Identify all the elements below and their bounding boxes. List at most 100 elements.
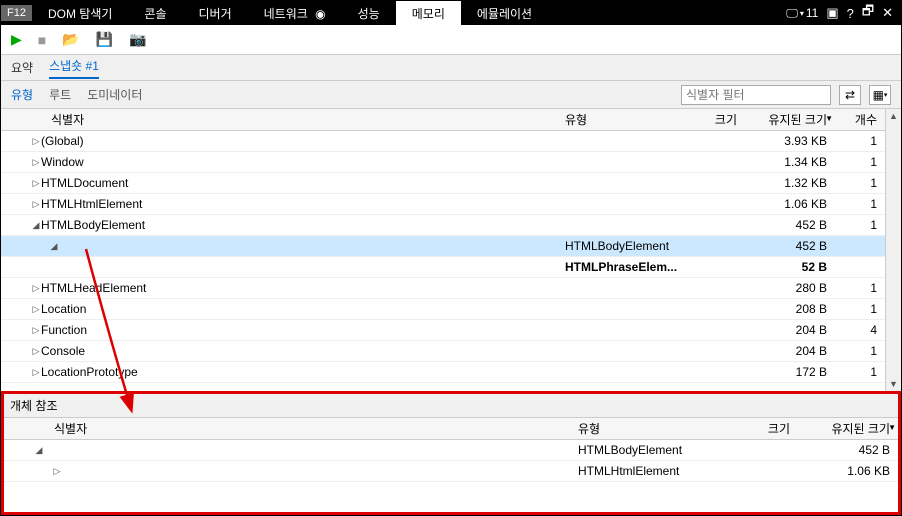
col-size[interactable]: 크기: [685, 111, 745, 128]
row-retained: 1.34 KB: [745, 155, 835, 169]
col-type[interactable]: 유형: [565, 111, 685, 128]
row-retained: 280 B: [745, 281, 835, 295]
row-type: HTMLBodyElement: [578, 443, 718, 457]
view-right-controls: ⇄ ▦▾: [681, 85, 891, 105]
row-retained: 1.06 KB: [798, 464, 898, 478]
expand-icon[interactable]: ▷: [31, 367, 41, 378]
tab-dom-explorer[interactable]: DOM 탐색기: [32, 1, 128, 26]
table-row[interactable]: ▷ HTMLHeadElement 280 B1: [1, 278, 885, 299]
tab-snapshot-1[interactable]: 스냅숏 #1: [49, 57, 99, 79]
ref-col-retained[interactable]: 유지된 크기▼: [798, 420, 898, 437]
expand-icon[interactable]: ▷: [52, 466, 62, 477]
table-row[interactable]: ▷ HTMLHtmlElement 1.06 KB: [4, 461, 898, 482]
devtools-tab-bar: F12 DOM 탐색기 콘솔 디버거 네트워크 ◉ 성능 메모리 에뮬레이션 🖵…: [1, 1, 901, 25]
errors-indicator[interactable]: 🖵▾ 11: [786, 6, 818, 21]
import-icon[interactable]: 📂: [62, 31, 79, 48]
close-button[interactable]: ✕: [882, 5, 893, 21]
expand-icon[interactable]: ▷: [31, 346, 41, 357]
col-retained-size[interactable]: 유지된 크기▼: [745, 111, 835, 128]
grid-header-row: 식별자 유형 크기 유지된 크기▼ 개수: [1, 109, 885, 131]
vertical-scrollbar[interactable]: ▲ ▼: [885, 109, 901, 391]
ref-header-row: 식별자 유형 크기 유지된 크기▼: [4, 418, 898, 440]
row-identifier: Console: [41, 344, 85, 358]
chevron-down-icon: ▾: [800, 9, 804, 18]
table-row[interactable]: ▷ HTMLDocument 1.32 KB1: [1, 173, 885, 194]
expand-icon[interactable]: ▷: [31, 157, 41, 168]
row-type: HTMLHtmlElement: [578, 464, 718, 478]
row-count: 1: [835, 134, 885, 148]
table-row[interactable]: ▷ Console204 B1: [1, 341, 885, 362]
expand-icon[interactable]: ◢: [49, 241, 59, 252]
row-count: 1: [835, 155, 885, 169]
tab-debugger[interactable]: 디버거: [183, 1, 248, 26]
row-identifier: HTMLDocument: [41, 176, 128, 190]
row-retained: 1.32 KB: [745, 176, 835, 190]
row-retained: 1.06 KB: [745, 197, 835, 211]
ref-pane-title: 개체 참조: [4, 394, 898, 418]
main-area: 식별자 유형 크기 유지된 크기▼ 개수 ▷ (Global)3.93 KB1▷…: [1, 109, 901, 391]
tab-emulation[interactable]: 에뮬레이션: [461, 1, 548, 26]
screenshot-icon[interactable]: 📷: [129, 31, 146, 48]
error-count: 11: [806, 6, 818, 20]
row-retained: 204 B: [745, 344, 835, 358]
expand-icon[interactable]: ▷: [31, 283, 41, 294]
view-dominator[interactable]: 도미네이터: [87, 86, 142, 103]
expand-icon[interactable]: ◢: [31, 220, 41, 231]
view-type[interactable]: 유형: [11, 86, 33, 103]
expand-icon[interactable]: ◢: [34, 445, 44, 456]
row-count: 1: [835, 218, 885, 232]
table-row[interactable]: ◢ HTMLBodyElement452 B1: [1, 215, 885, 236]
table-row[interactable]: ▷ LocationPrototype172 B1: [1, 362, 885, 383]
objects-grid: 식별자 유형 크기 유지된 크기▼ 개수 ▷ (Global)3.93 KB1▷…: [1, 109, 885, 391]
scroll-down-icon[interactable]: ▼: [886, 379, 901, 389]
row-identifier: HTMLHeadElement: [41, 281, 146, 295]
row-retained: 452 B: [745, 239, 835, 253]
row-count: 1: [835, 302, 885, 316]
sort-desc-icon: ▼: [825, 114, 833, 123]
expand-icon[interactable]: ▷: [31, 136, 41, 147]
tab-network[interactable]: 네트워크 ◉: [248, 1, 342, 26]
undock-icon[interactable]: 🗗: [862, 2, 874, 24]
table-row[interactable]: ▷ (Global)3.93 KB1: [1, 131, 885, 152]
tab-performance[interactable]: 성능: [342, 1, 396, 26]
start-profiling-icon[interactable]: ▶: [11, 31, 22, 48]
view-mode-bar: 유형 루트 도미네이터 ⇄ ▦▾: [1, 81, 901, 109]
expand-icon[interactable]: ▷: [31, 304, 41, 315]
ref-col-type[interactable]: 유형: [578, 420, 718, 437]
table-row[interactable]: ▷ Location208 B1: [1, 299, 885, 320]
row-count: 1: [835, 176, 885, 190]
expand-icon[interactable]: ▷: [31, 199, 41, 210]
identifier-filter-input[interactable]: [681, 85, 831, 105]
ref-col-size[interactable]: 크기: [718, 420, 798, 437]
tab-console[interactable]: 콘솔: [128, 1, 182, 26]
expand-icon[interactable]: ▷: [31, 178, 41, 189]
console-toggle-icon[interactable]: ▣: [826, 5, 838, 21]
row-identifier: Function: [41, 323, 87, 337]
col-count[interactable]: 개수: [835, 111, 885, 128]
row-count: 1: [835, 281, 885, 295]
grid-view-icon[interactable]: ▦▾: [869, 85, 891, 105]
table-row[interactable]: ▷ Window1.34 KB1: [1, 152, 885, 173]
stop-profiling-icon[interactable]: ■: [38, 32, 46, 48]
table-row[interactable]: ◢ HTMLBodyElement452 B: [4, 440, 898, 461]
save-icon[interactable]: 💾: [96, 31, 113, 48]
table-row[interactable]: ▷ HTMLHtmlElement1.06 KB1: [1, 194, 885, 215]
table-row[interactable]: HTMLPhraseElem... 52 B: [1, 257, 885, 278]
help-button[interactable]: ?: [847, 6, 854, 21]
col-identifier[interactable]: 식별자: [1, 111, 565, 128]
table-row[interactable]: ▷ Function204 B4: [1, 320, 885, 341]
ref-col-identifier[interactable]: 식별자: [4, 420, 578, 437]
monitor-icon: 🖵: [786, 6, 798, 21]
row-retained: 52 B: [745, 260, 835, 274]
table-row[interactable]: ◢ HTMLBodyElement452 B: [1, 236, 885, 257]
tab-memory[interactable]: 메모리: [396, 1, 461, 26]
expand-icon[interactable]: ▷: [31, 325, 41, 336]
view-root[interactable]: 루트: [49, 86, 71, 103]
row-retained: 208 B: [745, 302, 835, 316]
scroll-up-icon[interactable]: ▲: [886, 111, 901, 121]
row-retained: 3.93 KB: [745, 134, 835, 148]
row-type: HTMLPhraseElem...: [565, 260, 685, 274]
settings-toggle-icon[interactable]: ⇄: [839, 85, 861, 105]
f12-badge: F12: [1, 5, 32, 21]
tab-summary[interactable]: 요약: [11, 59, 33, 76]
